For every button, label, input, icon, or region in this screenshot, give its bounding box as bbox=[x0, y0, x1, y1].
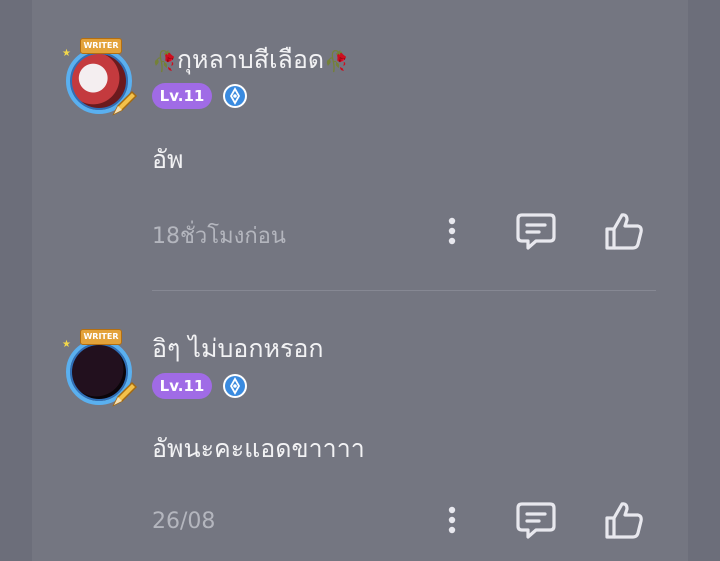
writer-badge: WRITER bbox=[80, 329, 122, 345]
pencil-icon bbox=[112, 381, 138, 407]
writer-badge: WRITER bbox=[80, 38, 122, 54]
reply-icon[interactable] bbox=[514, 498, 558, 542]
comments-panel: WRITER ★ 🥀กุหลาบสีเลือด🥀 Lv.11 อัพ 18ชั่… bbox=[32, 0, 688, 561]
comment-username[interactable]: 🥀กุหลาบสีเลือด🥀 bbox=[152, 40, 349, 80]
pencil-icon bbox=[112, 90, 138, 116]
comment-username[interactable]: อิๆ ไม่บอกหรอก bbox=[152, 329, 324, 369]
rose-icon: 🥀 bbox=[152, 49, 177, 73]
comment-text: อัพนะคะแอดขาาาา bbox=[152, 434, 365, 463]
writer-verified-icon bbox=[223, 374, 247, 398]
more-options-icon[interactable] bbox=[430, 498, 474, 542]
rose-icon: 🥀 bbox=[324, 49, 350, 73]
like-icon[interactable] bbox=[602, 209, 646, 253]
comment-time: 18ชั่วโมงก่อน bbox=[152, 224, 286, 249]
star-icon: ★ bbox=[62, 48, 71, 59]
star-icon: ★ bbox=[62, 339, 71, 350]
comment-time: 26/08 bbox=[152, 509, 216, 534]
like-icon[interactable] bbox=[602, 498, 646, 542]
writer-verified-icon bbox=[223, 84, 247, 108]
avatar[interactable]: WRITER ★ bbox=[60, 38, 142, 120]
more-options-icon[interactable] bbox=[430, 209, 474, 253]
comment-item: WRITER ★ อิๆ ไม่บอกหรอก Lv.11 อัพนะคะแอด… bbox=[32, 291, 688, 561]
reply-icon[interactable] bbox=[514, 209, 558, 253]
level-badge: Lv.11 bbox=[152, 83, 212, 109]
comment-item: WRITER ★ 🥀กุหลาบสีเลือด🥀 Lv.11 อัพ 18ชั่… bbox=[32, 0, 688, 291]
username-text: กุหลาบสีเลือด bbox=[176, 45, 325, 74]
comment-text: อัพ bbox=[152, 145, 184, 174]
username-text: อิๆ ไม่บอกหรอก bbox=[152, 334, 324, 363]
level-badge: Lv.11 bbox=[152, 373, 212, 399]
avatar[interactable]: WRITER ★ bbox=[60, 329, 142, 411]
